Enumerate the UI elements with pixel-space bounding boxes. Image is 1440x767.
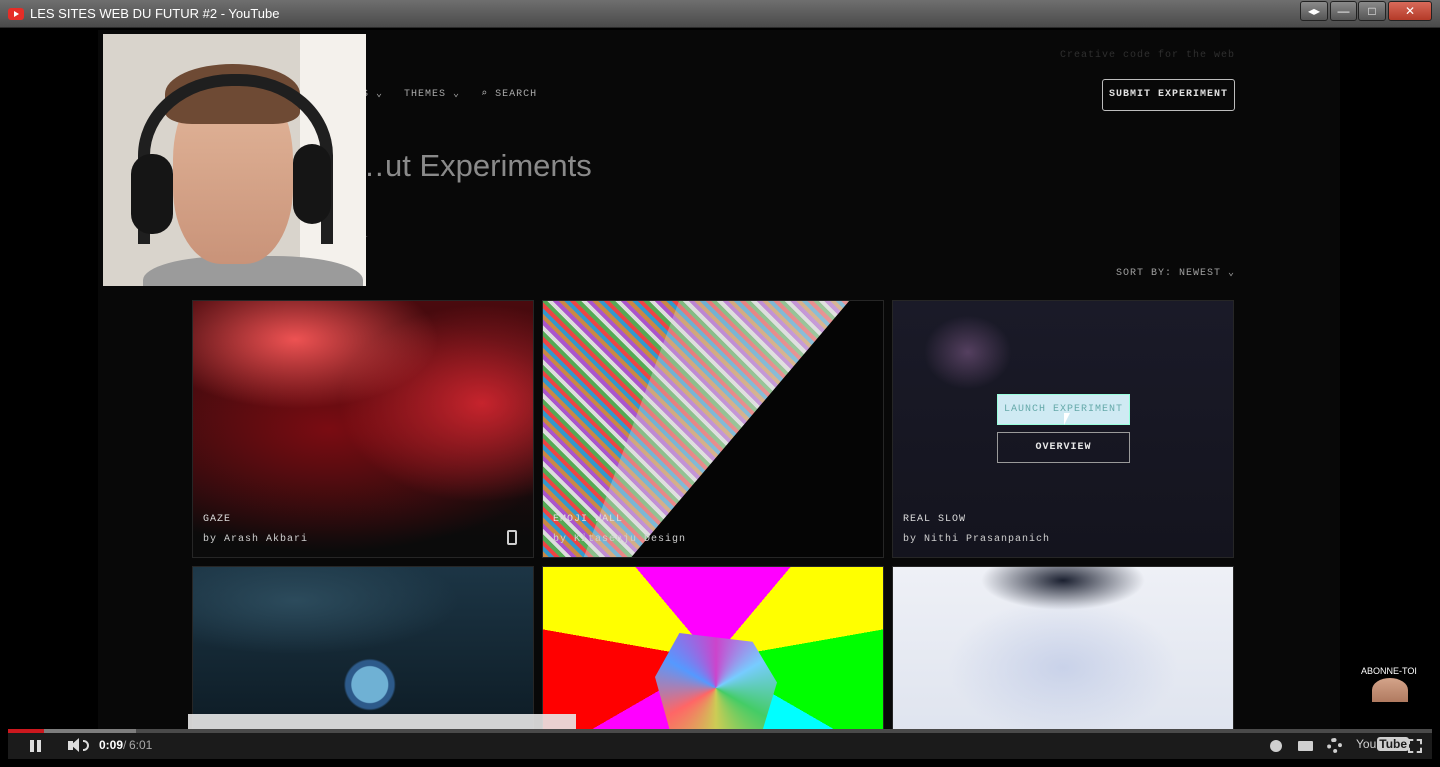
- page-heading: …ut Experiments: [354, 148, 592, 183]
- submit-experiment-button: SUBMIT EXPERIMENT: [1102, 79, 1235, 111]
- overview-button: OVERVIEW: [997, 432, 1130, 463]
- time-separator: /: [123, 738, 127, 752]
- watch-later-icon[interactable]: [1270, 740, 1282, 752]
- volume-icon[interactable]: [68, 738, 79, 752]
- site-nav: …ES ⌄ THEMES ⌄ ⌕ SEARCH: [348, 88, 551, 100]
- card-thumbnail: [893, 567, 1233, 729]
- brand-you: You: [1356, 737, 1377, 751]
- mobile-icon: [507, 530, 517, 545]
- headphone-cup-left: [131, 154, 173, 234]
- experiment-card-sketch-face: [892, 566, 1234, 729]
- experiment-card-emoji-wall: EMOJI WALL by Kitasenju Design: [542, 300, 884, 558]
- card-thumbnail: [193, 567, 533, 729]
- player-controls: 0:09 / 6:01 You Tube: [8, 733, 1432, 759]
- pause-icon[interactable]: [30, 740, 41, 752]
- card-title: REAL SLOW: [903, 514, 967, 525]
- youtube-brand-button[interactable]: You Tube: [1356, 737, 1410, 751]
- window-resize-button[interactable]: ◂▸: [1300, 1, 1328, 21]
- window-titlebar: LES SITES WEB DU FUTUR #2 - YouTube ◂▸ —…: [0, 0, 1440, 28]
- video-viewport[interactable]: Creative code for the web …ES ⌄ THEMES ⌄…: [8, 30, 1432, 729]
- site-tagline: Creative code for the web: [1059, 50, 1235, 61]
- experiment-card-gaze: GAZE by Arash Akbari: [192, 300, 534, 558]
- nav-item-search: ⌕ SEARCH: [481, 89, 538, 100]
- nav-item-themes: THEMES ⌄: [404, 89, 461, 100]
- webcam-overlay: [103, 34, 366, 286]
- window-minimize-button[interactable]: —: [1330, 1, 1357, 21]
- sort-by-dropdown: SORT BY: NEWEST ⌄: [1115, 268, 1235, 279]
- hand-cursor-icon: [1064, 413, 1076, 425]
- current-time: 0:09: [99, 738, 124, 752]
- volume-waves-icon: [83, 740, 89, 751]
- subscribe-watermark-label[interactable]: ABONNE-TOI: [1361, 666, 1417, 676]
- window-title: LES SITES WEB DU FUTUR #2 - YouTube: [30, 6, 280, 21]
- headphone-cup-right: [293, 144, 331, 224]
- brand-tube: Tube: [1377, 737, 1410, 751]
- fullscreen-icon[interactable]: [1408, 739, 1422, 753]
- captions-icon[interactable]: [1298, 741, 1313, 751]
- gear-icon[interactable]: [1327, 738, 1342, 753]
- card-author: by Nithi Prasanpanich: [903, 534, 1051, 545]
- window-close-button[interactable]: ✕: [1388, 1, 1432, 21]
- experiment-card-real-slow: LAUNCH EXPERIMENT OVERVIEW REAL SLOW by …: [892, 300, 1234, 558]
- duration: 6:01: [129, 738, 153, 752]
- card-title: GAZE: [203, 514, 232, 525]
- card-author: by Arash Akbari: [203, 534, 309, 545]
- experiment-card-polygon: [542, 566, 884, 729]
- experiment-card-space: [192, 566, 534, 729]
- subscribe-avatar[interactable]: [1372, 678, 1408, 702]
- youtube-logo-icon: [8, 8, 24, 20]
- card-title: EMOJI WALL: [553, 514, 624, 525]
- card-thumbnail: [193, 301, 533, 557]
- video-annotation-bar: [188, 714, 576, 729]
- card-author: by Kitasenju Design: [553, 534, 687, 545]
- window-maximize-button[interactable]: □: [1358, 1, 1386, 21]
